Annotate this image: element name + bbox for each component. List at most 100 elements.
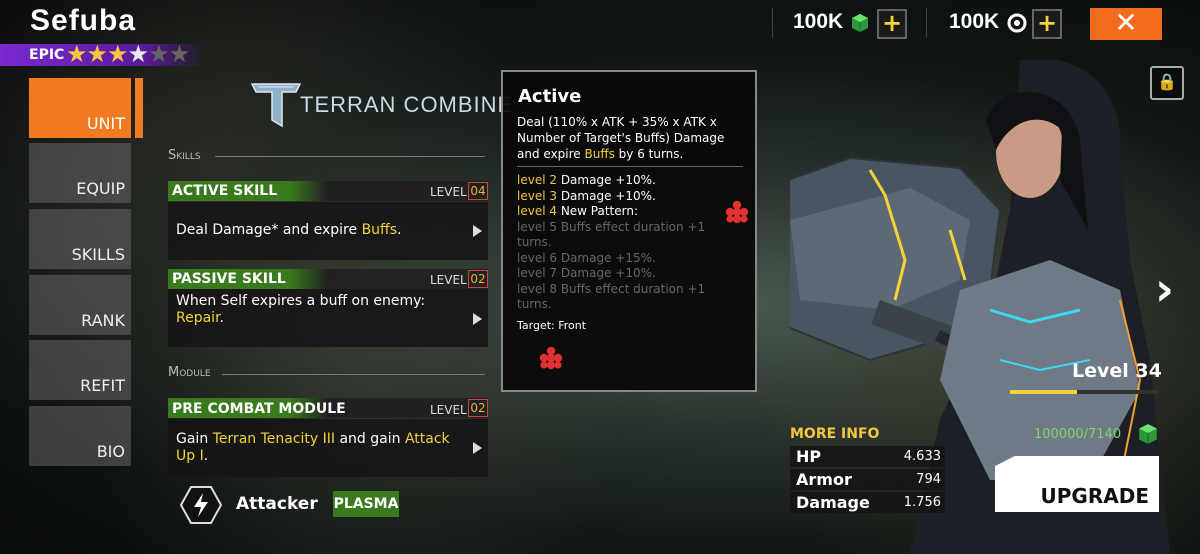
faction-name: TERRAN COMBINE: [300, 92, 514, 117]
skill-desc-text: When Self expires a buff on enemy:: [176, 293, 426, 309]
level-tag: level 2: [517, 173, 557, 187]
divider: [215, 156, 485, 157]
skill-desc-text: Deal Damage* and expire: [176, 222, 362, 238]
skill-desc-highlight: Buffs: [361, 222, 397, 238]
faction-logo-icon: [250, 83, 302, 128]
level-upgrade-item: level 4 New Pattern:: [517, 204, 727, 220]
tab-equip[interactable]: EQUIP: [29, 143, 131, 203]
stat-row-damage: Damage 1.756: [790, 492, 945, 513]
stat-value: 4.633: [903, 449, 941, 464]
level-upgrade-item: level 5 Buffs effect duration +1 turns.: [517, 220, 727, 251]
level-upgrade-item: level 2 Damage +10%.: [517, 173, 727, 189]
xp-text: 100000/7140: [1034, 427, 1122, 442]
stat-value: 1.756: [903, 495, 941, 510]
passive-skill-title: PASSIVE SKILL: [172, 271, 286, 287]
divider: [222, 374, 485, 375]
passive-skill-card[interactable]: When Self expires a buff on enemy: Repai…: [168, 289, 488, 347]
stat-value: 794: [916, 472, 941, 487]
add-cubes-button[interactable]: +: [877, 9, 907, 39]
stat-name: Damage: [796, 493, 870, 512]
skill-desc-text: Gain: [176, 431, 213, 447]
divider: [517, 166, 743, 167]
star-rating: ★★★★★★: [66, 40, 190, 68]
tab-unit[interactable]: UNIT: [29, 78, 131, 138]
active-skill-level: 04: [468, 182, 488, 200]
attack-pattern-icon: [725, 200, 749, 224]
resource-credits: 100K: [926, 8, 1027, 38]
module-card[interactable]: Gain Terran Tenacity III and gain Attack…: [168, 419, 488, 477]
tab-skills[interactable]: SKILLS: [29, 209, 131, 269]
expand-arrow-icon: [473, 225, 482, 237]
star-icon: ★: [148, 40, 169, 68]
active-skill-level-label: LEVEL: [430, 185, 467, 199]
skill-desc-text: .: [397, 222, 402, 238]
expand-arrow-icon: [473, 313, 482, 325]
active-skill-card[interactable]: Deal Damage* and expire Buffs.: [168, 202, 488, 260]
skill-tooltip: Active Deal (110% x ATK + 35% x ATK x Nu…: [501, 70, 757, 392]
level-tag: level 4: [517, 204, 557, 218]
add-credits-button[interactable]: +: [1032, 9, 1062, 39]
tooltip-level-list: level 2 Damage +10%. level 3 Damage +10%…: [517, 173, 727, 313]
skills-section-title: Skills: [168, 148, 201, 163]
tooltip-target: Target: Front: [517, 319, 587, 332]
hero-level: Level 34: [1072, 360, 1162, 382]
resource-credits-value: 100K: [949, 10, 1000, 33]
next-hero-button[interactable]: ›: [1155, 262, 1174, 316]
tooltip-description: Deal (110% x ATK + 35% x ATK x Number of…: [517, 114, 747, 162]
skill-desc-text: .: [203, 448, 209, 464]
close-button[interactable]: ✕: [1090, 8, 1162, 40]
star-icon: ★: [168, 40, 190, 68]
upgrade-button[interactable]: UPGRADE: [995, 456, 1159, 512]
level-upgrade-item: level 7 Damage +10%.: [517, 266, 727, 282]
stat-row-hp: HP 4.633: [790, 446, 945, 467]
skill-desc-highlight: Terran Tenacity III: [212, 431, 336, 447]
resource-cubes-value: 100K: [793, 10, 844, 33]
level-text: Damage +10%.: [560, 173, 656, 187]
star-icon: ★: [66, 40, 87, 68]
level-tag: level 6: [517, 250, 557, 265]
xp-progress-bar: [1010, 390, 1158, 394]
attacker-class-icon: [180, 486, 222, 524]
damage-type-badge: PLASMA: [333, 491, 399, 517]
module-section-title: Module: [168, 365, 211, 380]
skill-desc-highlight: Repair: [176, 310, 220, 326]
level-text: Damage +10%.: [560, 188, 656, 203]
role-label: Attacker: [236, 494, 318, 514]
green-cube-icon: [1139, 424, 1157, 444]
level-tag: level 3: [517, 188, 557, 203]
credit-coin-icon: [1007, 13, 1027, 33]
module-level: 02: [468, 399, 488, 417]
level-tag: level 5: [517, 219, 557, 234]
tooltip-title: Active: [518, 86, 582, 107]
expand-arrow-icon: [473, 442, 482, 454]
passive-skill-level: 02: [468, 270, 488, 288]
skill-desc-text: and gain: [335, 431, 405, 447]
level-upgrade-item: level 8 Buffs effect duration +1 turns.: [517, 282, 727, 313]
level-text: Damage +15%.: [560, 250, 656, 265]
level-tag: level 7: [517, 266, 557, 280]
resource-cubes: 100K: [772, 8, 873, 38]
tab-active-indicator: [135, 78, 143, 138]
tab-refit[interactable]: REFIT: [29, 340, 131, 400]
level-upgrade-item: level 3 Damage +10%.: [517, 189, 727, 205]
active-skill-title: ACTIVE SKILL: [172, 183, 278, 199]
stat-name: HP: [796, 447, 822, 466]
xp-progress-fill: [1010, 390, 1077, 394]
star-icon: ★: [86, 40, 108, 68]
stat-row-armor: Armor 794: [790, 469, 945, 490]
level-text: Damage +10%.: [560, 266, 656, 280]
level-upgrade-item: level 6 Damage +15%.: [517, 251, 727, 267]
tab-bio[interactable]: BIO: [29, 406, 131, 466]
level-tag: level 8: [517, 281, 557, 296]
more-info-link[interactable]: MORE INFO: [790, 426, 879, 442]
star-icon: ★: [127, 40, 149, 68]
module-title: PRE COMBAT MODULE: [172, 401, 346, 417]
level-text: New Pattern:: [560, 204, 639, 218]
tab-rank[interactable]: RANK: [29, 275, 131, 335]
rarity-label: EPIC: [29, 47, 65, 63]
stat-name: Armor: [796, 470, 852, 489]
lock-icon[interactable]: 🔒: [1150, 66, 1184, 100]
skill-desc-text: .: [219, 310, 224, 326]
passive-skill-level-label: LEVEL: [430, 273, 467, 287]
green-cube-icon: [852, 14, 868, 32]
